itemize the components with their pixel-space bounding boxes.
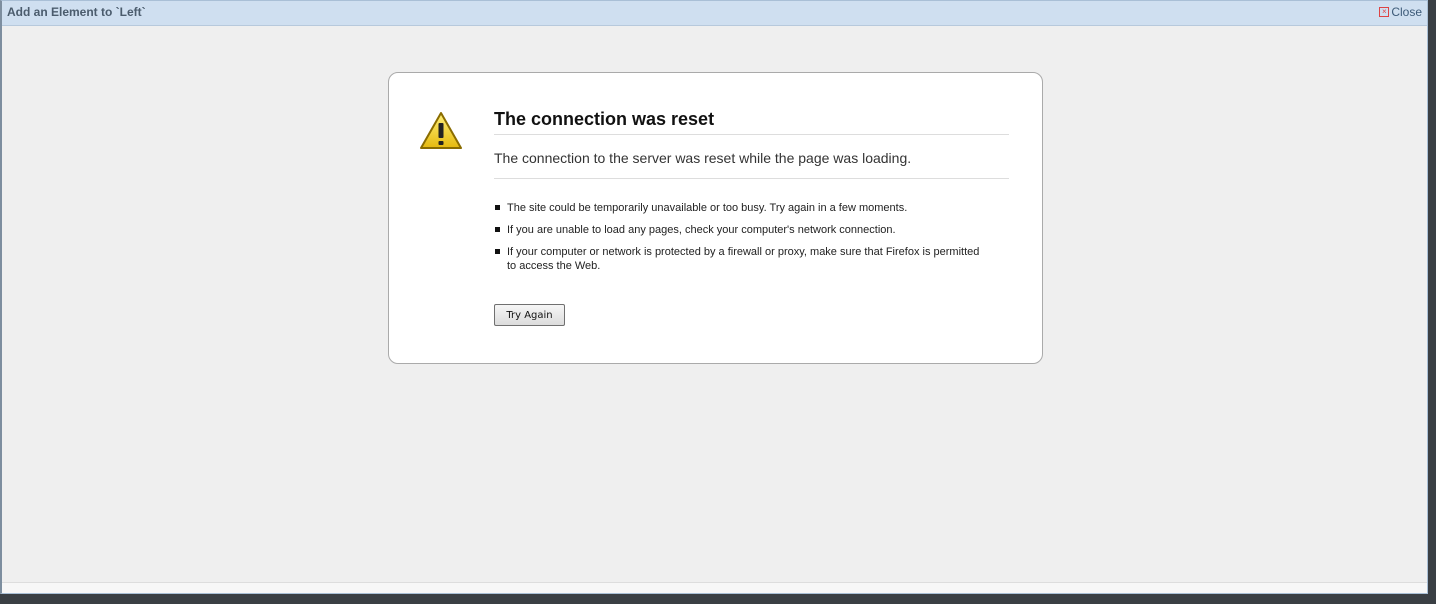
try-again-button[interactable]: Try Again [494,304,565,326]
dialog-title: Add an Element to `Left` [7,5,146,19]
dialog-window: Add an Element to `Left` × Close The con… [0,0,1428,594]
dialog-bottom-strip [2,582,1427,593]
close-label[interactable]: Close [1391,5,1422,19]
error-panel: The connection was reset The connection … [388,72,1043,364]
dialog-title-bar: Add an Element to `Left` × Close [2,1,1427,26]
error-suggestions: The site could be temporarily unavailabl… [494,201,984,281]
close-icon[interactable]: × [1379,7,1390,17]
suggestion-item: If you are unable to load any pages, che… [494,223,984,237]
suggestion-item: The site could be temporarily unavailabl… [494,201,984,215]
suggestion-item: If your computer or network is protected… [494,245,984,273]
close-button[interactable]: × Close [1379,5,1422,19]
error-description: The connection to the server was reset w… [494,150,1009,179]
dialog-content: The connection was reset The connection … [2,26,1427,583]
error-title: The connection was reset [494,109,1009,135]
warning-icon [420,112,462,149]
